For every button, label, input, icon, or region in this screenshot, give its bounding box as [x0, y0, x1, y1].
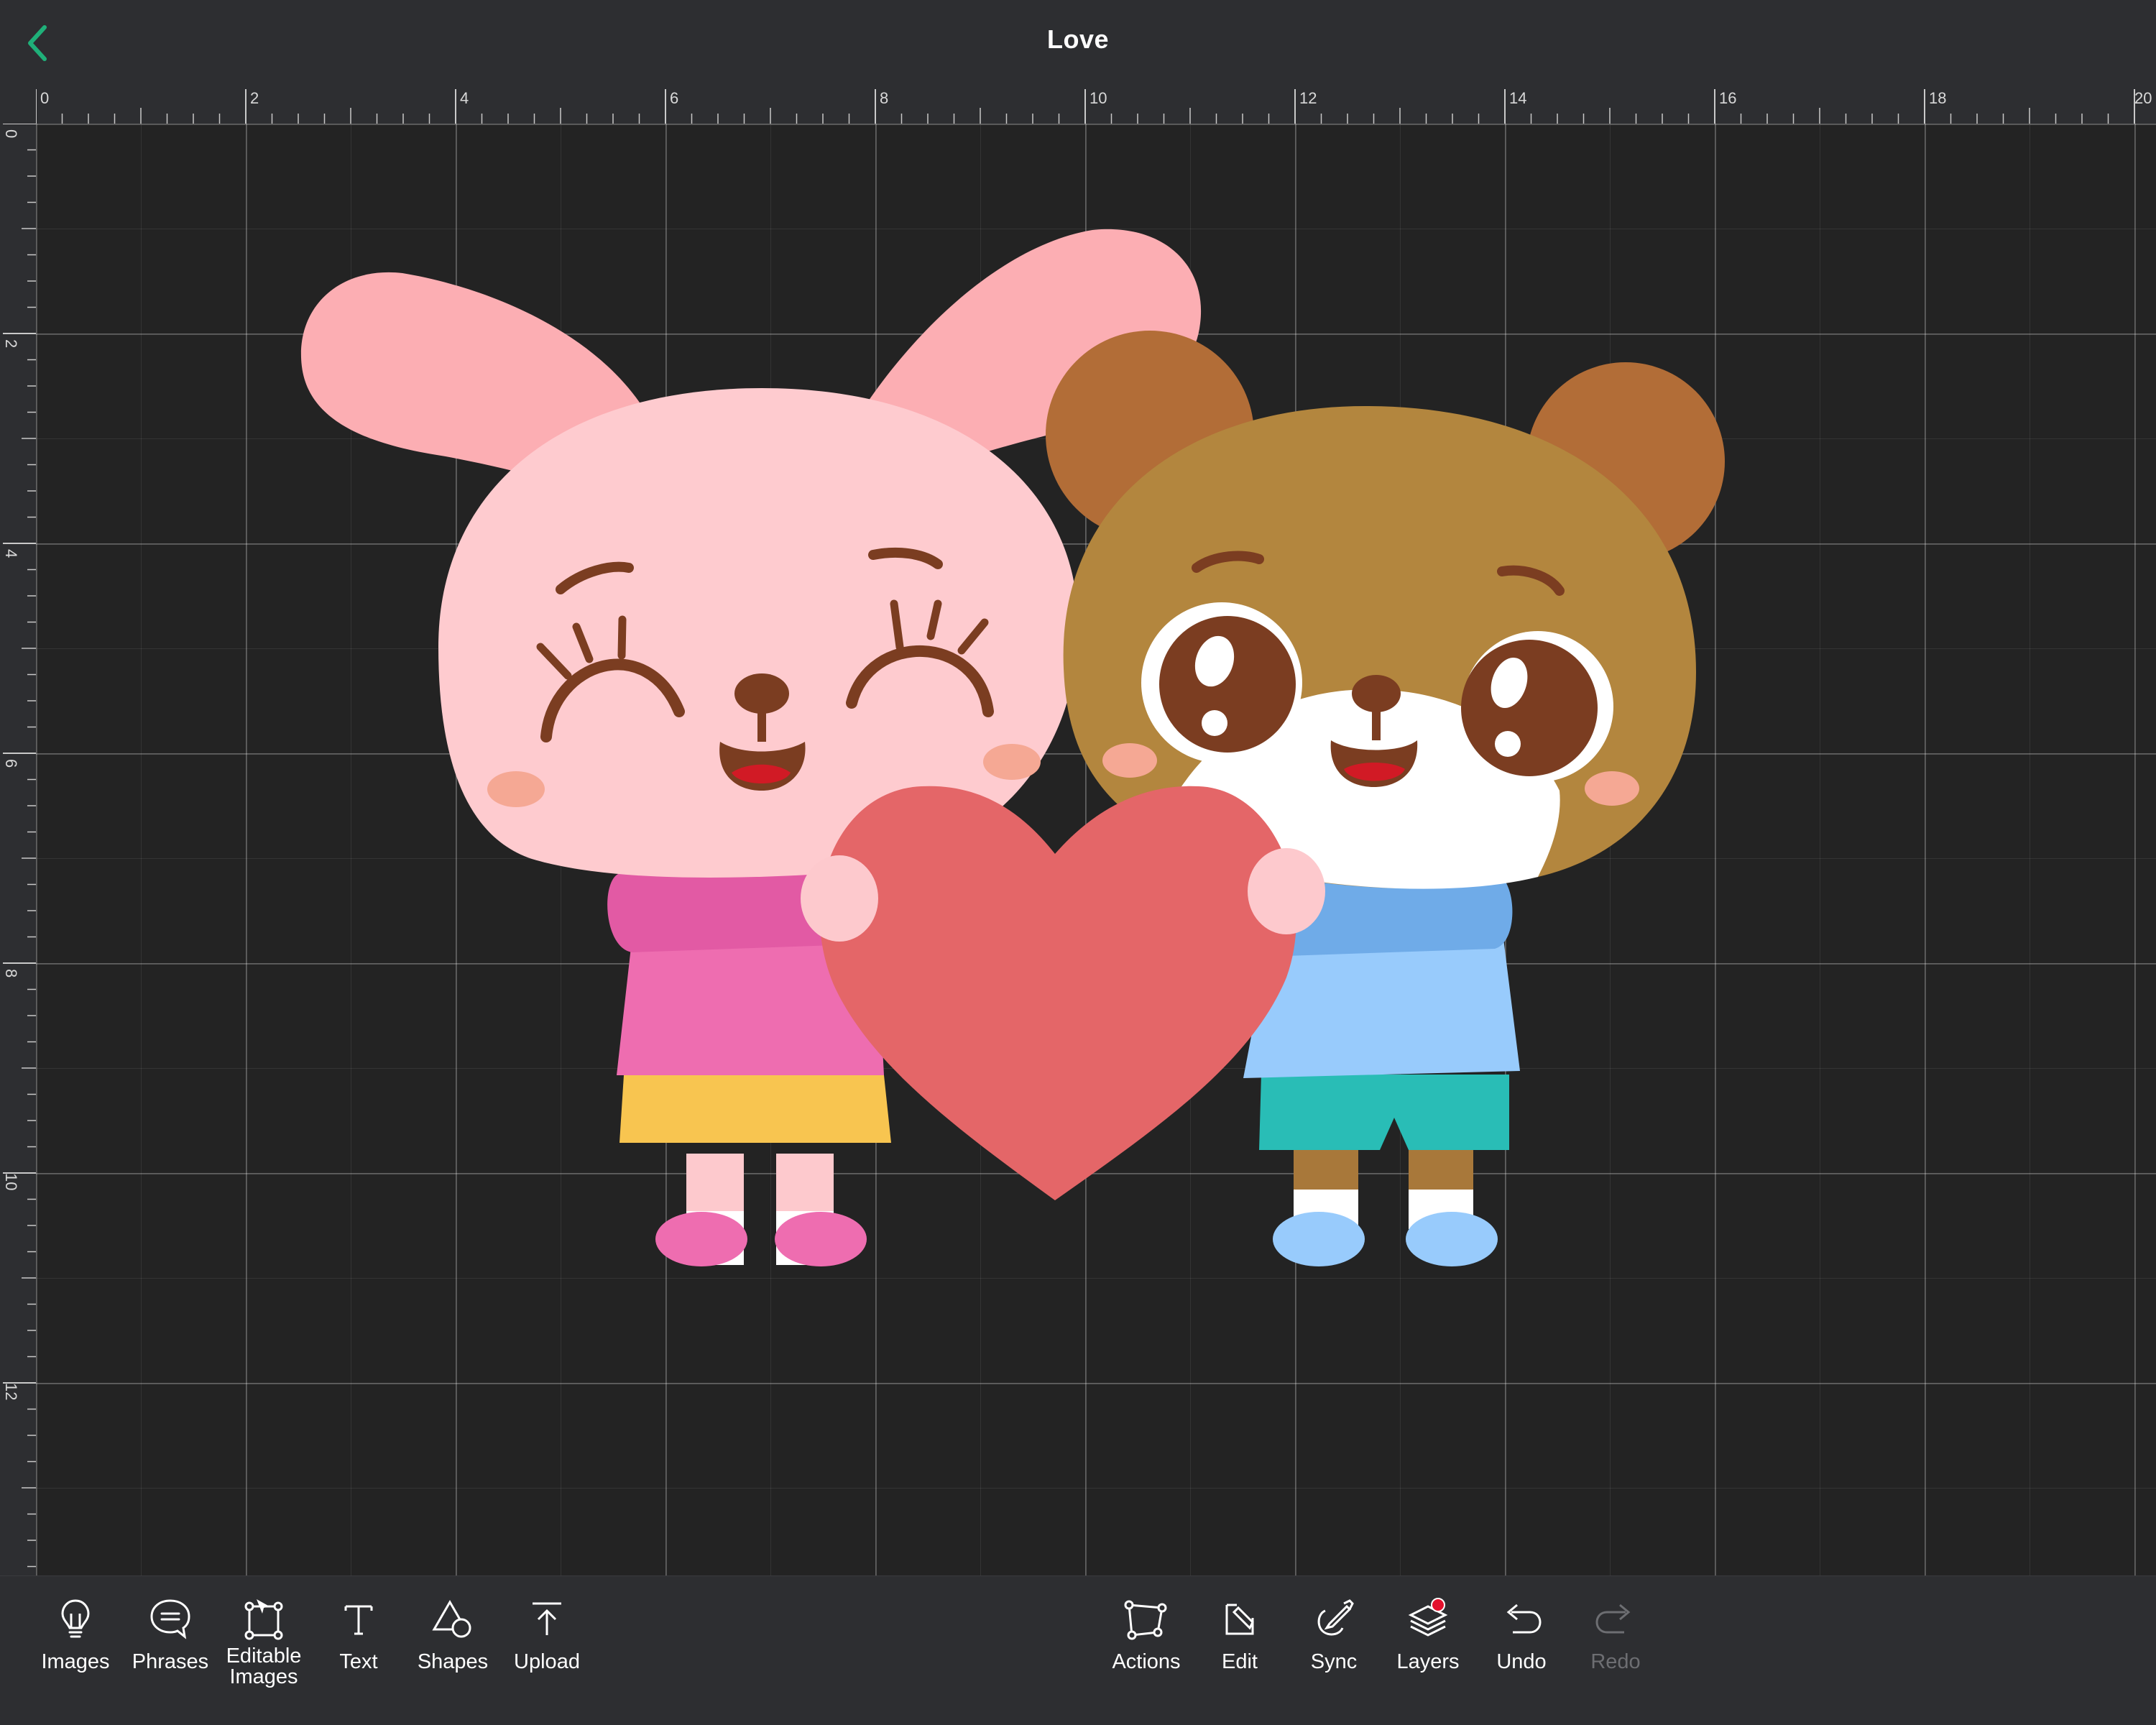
ruler-label: 6	[670, 89, 679, 107]
editable-image-icon	[244, 1599, 283, 1640]
edit-button[interactable]: Edit	[1193, 1596, 1286, 1673]
images-label: Images	[41, 1650, 110, 1673]
sync-icon	[1317, 1599, 1354, 1636]
heart-shape	[819, 786, 1296, 1200]
ruler-label: 14	[1509, 89, 1527, 107]
love-design-artwork[interactable]	[36, 124, 2156, 1576]
ruler-label: 8	[2, 969, 20, 978]
design-space: Love 0 2 4 6 8 10 12 14 16 18 20 0 2 4 6…	[0, 0, 2156, 1725]
layers-icon	[1408, 1598, 1448, 1637]
ruler-label: 4	[460, 89, 469, 107]
ruler-label: 0	[40, 89, 50, 107]
upload-label: Upload	[514, 1650, 580, 1673]
layers-badge	[1431, 1598, 1445, 1612]
ruler-label: 2	[250, 89, 259, 107]
shapes-icon	[432, 1600, 471, 1638]
project-title: Love	[1046, 24, 1110, 54]
upload-icon	[533, 1602, 561, 1635]
layers-button[interactable]: Layers	[1381, 1596, 1475, 1673]
upload-button[interactable]: Upload	[500, 1596, 594, 1673]
undo-label: Undo	[1496, 1650, 1547, 1673]
ruler-label: 8	[880, 89, 889, 107]
speech-bubble-icon	[150, 1599, 190, 1639]
sync-label: Sync	[1310, 1650, 1358, 1673]
actions-button[interactable]: Actions	[1100, 1596, 1193, 1673]
lightbulb-icon	[61, 1599, 90, 1638]
edit-icon	[1225, 1604, 1254, 1635]
images-button[interactable]: Images	[29, 1596, 122, 1673]
editable-images-label-line1: Editable	[226, 1644, 302, 1668]
ruler-left: 0 2 4 6 8 10 12	[0, 124, 37, 1576]
undo-button[interactable]: Undo	[1475, 1596, 1568, 1673]
actions-icon	[1124, 1600, 1167, 1640]
text-button[interactable]: Text	[312, 1596, 405, 1673]
ruler-label: 18	[1929, 89, 1947, 107]
ruler-label: 4	[2, 549, 20, 558]
editable-images-button[interactable]: Editable Images	[217, 1596, 310, 1688]
ruler-label: 10	[2, 1173, 20, 1191]
redo-button[interactable]: Redo	[1569, 1596, 1662, 1673]
ruler-corner	[0, 86, 36, 124]
sync-button[interactable]: Sync	[1287, 1596, 1381, 1673]
design-canvas[interactable]	[36, 124, 2156, 1576]
editable-images-label-line2: Images	[229, 1665, 298, 1688]
ruler-label: 0	[2, 129, 20, 139]
phrases-label: Phrases	[132, 1650, 209, 1673]
undo-icon	[1506, 1604, 1542, 1634]
ruler-label: 12	[2, 1383, 20, 1401]
ruler-label: 6	[2, 759, 20, 768]
ruler-label: 10	[1089, 89, 1107, 107]
ruler-label: 12	[1299, 89, 1317, 107]
header-bar: Love	[0, 0, 2156, 87]
ruler-label: 2	[2, 339, 20, 349]
text-icon	[344, 1605, 373, 1635]
bottom-toolbar: Images Phrases Editable Images Text Shap…	[0, 1576, 2156, 1725]
shapes-label: Shapes	[417, 1650, 489, 1673]
ruler-top: 0 2 4 6 8 10 12 14 16 18 20	[36, 86, 2156, 124]
layers-label: Layers	[1396, 1650, 1460, 1673]
phrases-button[interactable]: Phrases	[124, 1596, 217, 1673]
redo-label: Redo	[1590, 1650, 1641, 1673]
ruler-label: 20	[2134, 89, 2152, 107]
text-label: Text	[339, 1650, 378, 1673]
edit-label: Edit	[1222, 1650, 1258, 1673]
ruler-label: 16	[1719, 89, 1737, 107]
actions-label: Actions	[1112, 1650, 1181, 1673]
shapes-button[interactable]: Shapes	[406, 1596, 499, 1673]
redo-icon	[1595, 1604, 1631, 1634]
